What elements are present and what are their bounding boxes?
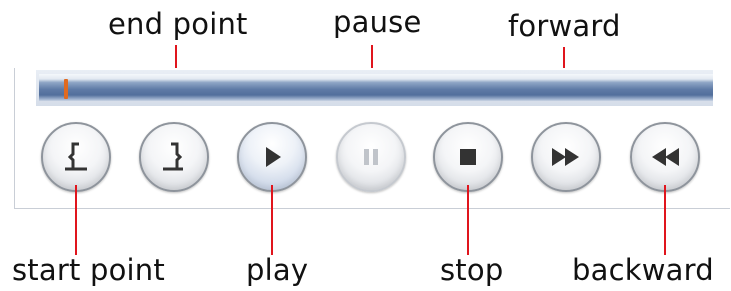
stop-label: stop xyxy=(440,253,504,287)
start-point-label: start point xyxy=(12,253,165,287)
play-icon xyxy=(266,147,281,167)
pause-icon xyxy=(364,149,378,165)
seek-position-marker[interactable] xyxy=(64,79,68,99)
play-button[interactable] xyxy=(237,122,307,192)
stop-icon xyxy=(460,149,476,165)
backward-label: backward xyxy=(572,253,714,287)
forward-button[interactable] xyxy=(531,122,601,192)
rewind-icon xyxy=(652,148,679,166)
backward-leader-line xyxy=(664,185,666,255)
stop-leader-line xyxy=(467,185,469,255)
end-point-bracket-icon xyxy=(163,142,183,171)
backward-button[interactable] xyxy=(630,122,700,192)
play-leader-line xyxy=(271,185,273,255)
play-label: play xyxy=(246,253,309,287)
end-point-label: end point xyxy=(108,7,248,41)
pause-button[interactable] xyxy=(336,122,406,192)
forward-label: forward xyxy=(508,9,621,43)
start-point-button[interactable] xyxy=(41,122,111,192)
start-point-bracket-icon xyxy=(65,142,87,171)
pause-label: pause xyxy=(333,5,422,39)
start-point-leader-line xyxy=(75,185,77,255)
end-point-button[interactable] xyxy=(139,122,209,192)
stop-button[interactable] xyxy=(433,122,503,192)
seek-track[interactable] xyxy=(39,74,713,102)
fast-forward-icon xyxy=(552,148,579,166)
